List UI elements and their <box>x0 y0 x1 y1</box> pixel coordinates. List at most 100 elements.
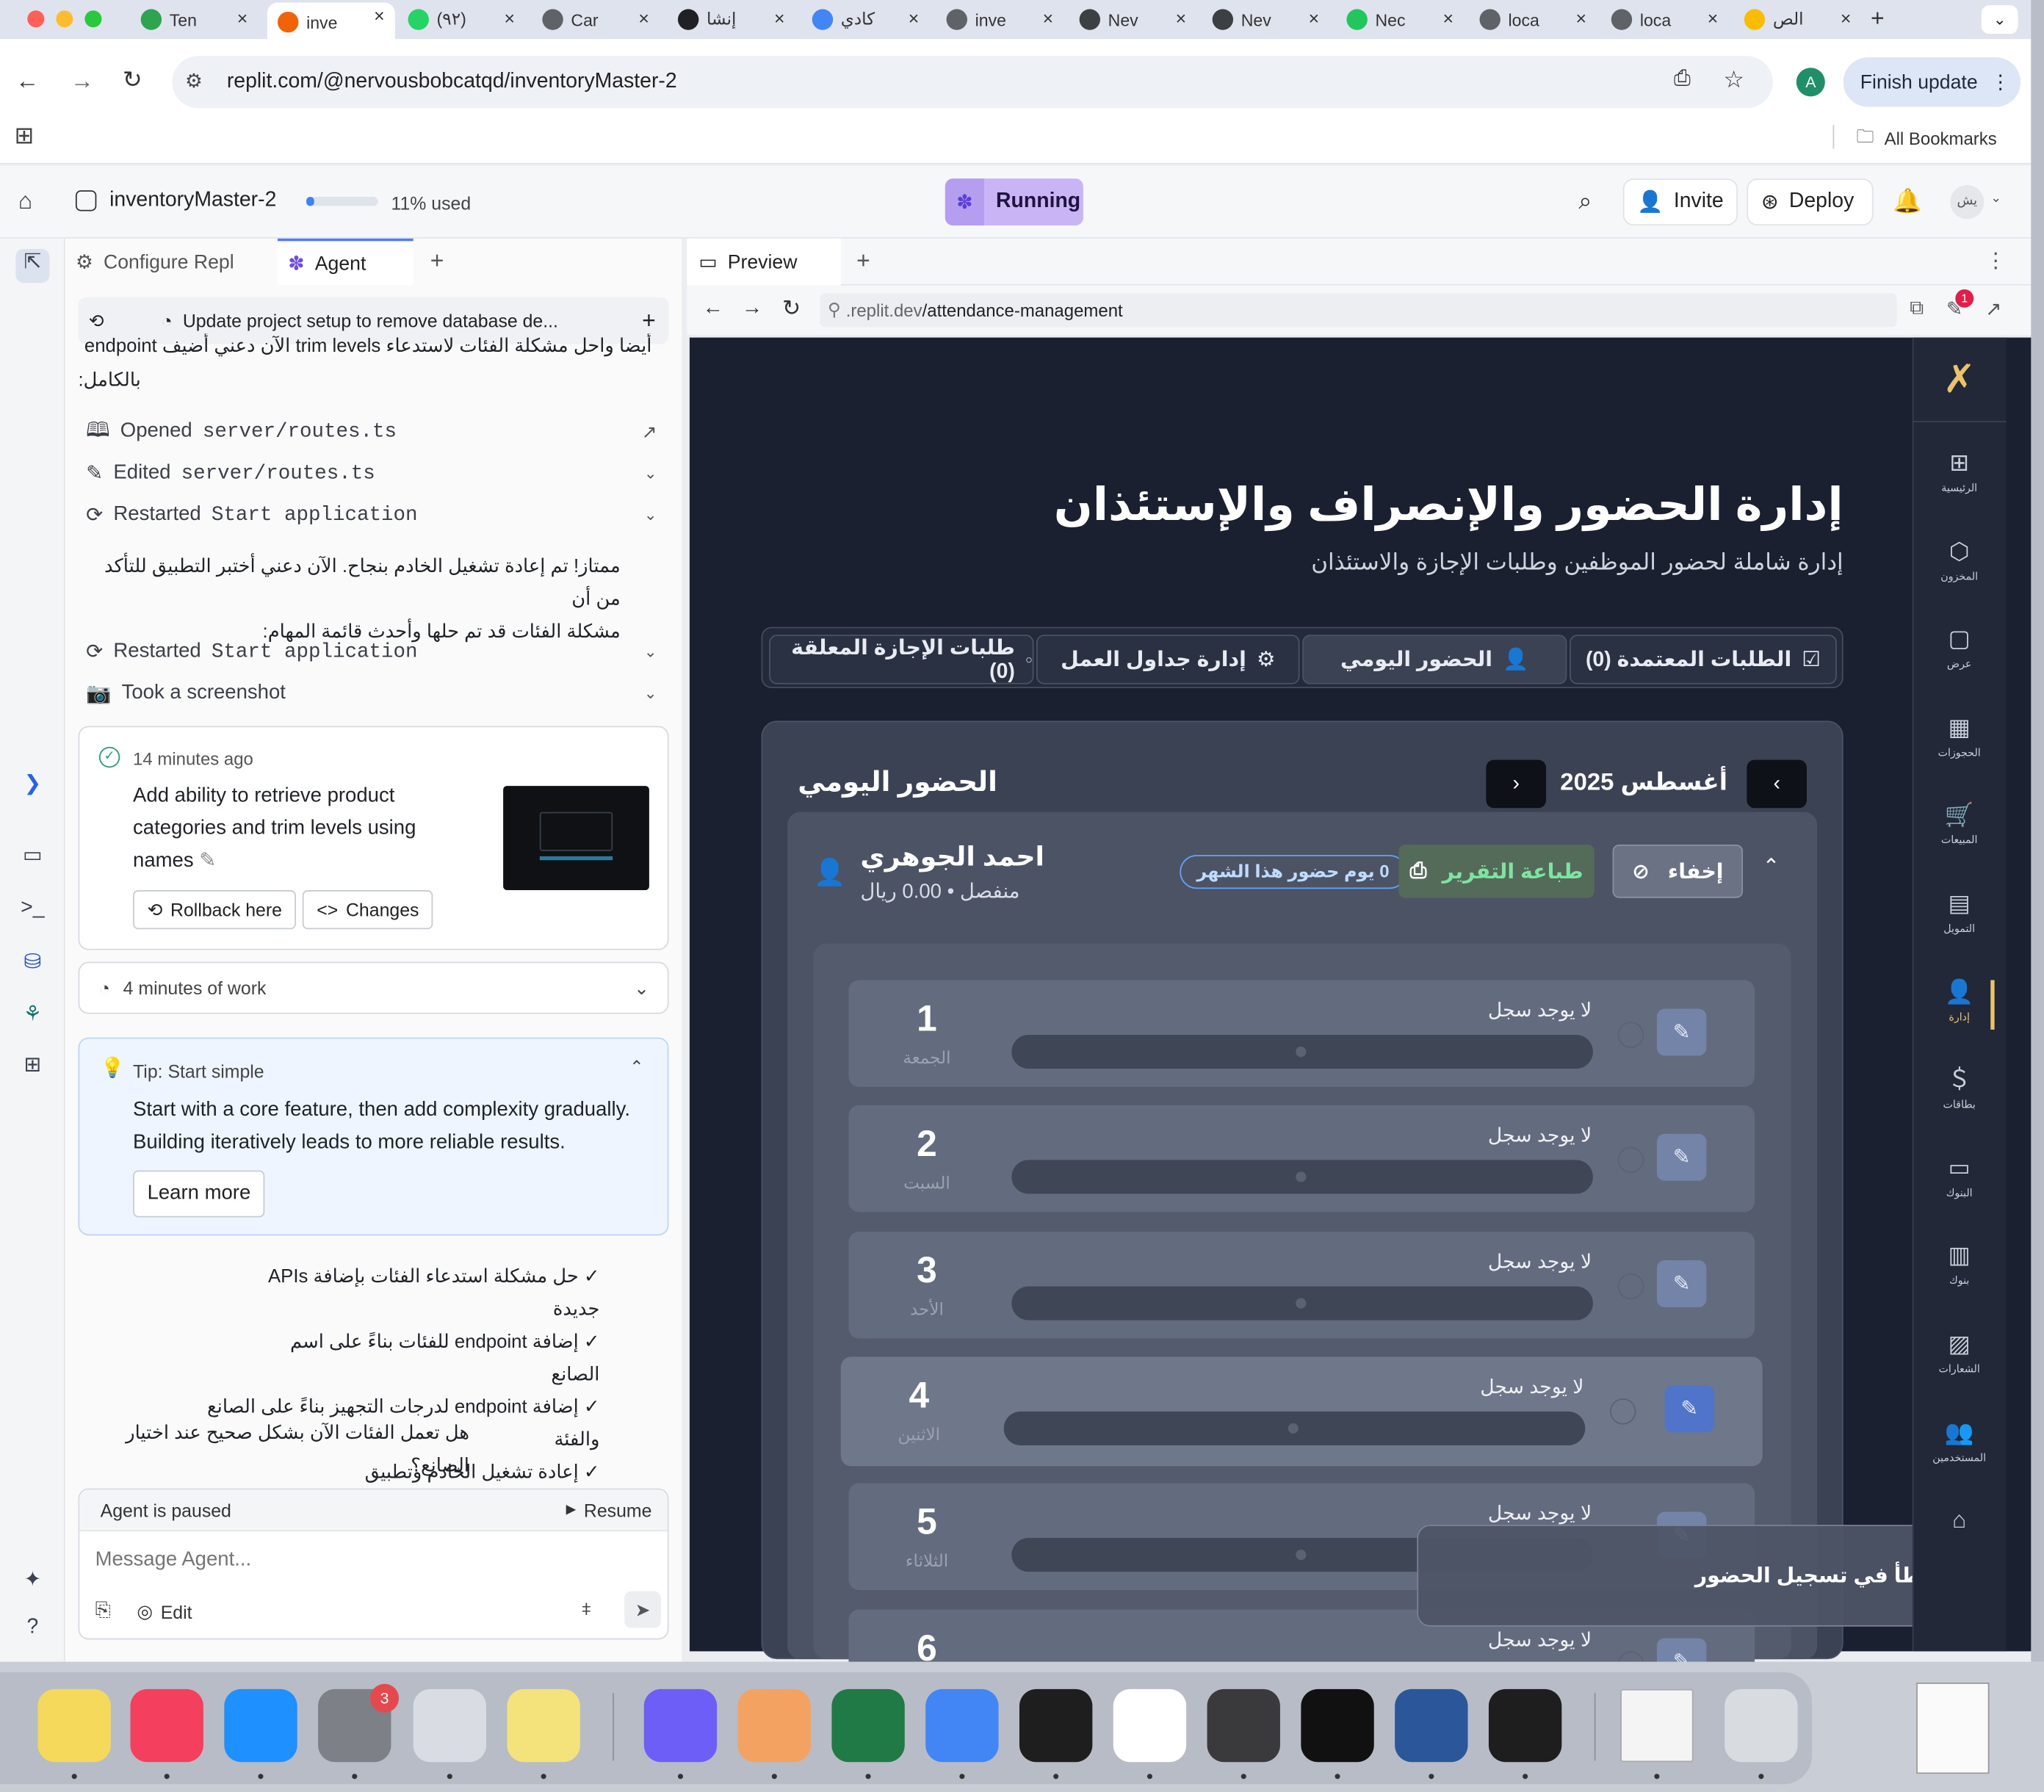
browser-tab[interactable]: Car × <box>532 5 660 34</box>
attach-icon[interactable]: ⎘ <box>95 1599 111 1621</box>
changes-button[interactable]: <> Changes <box>302 890 433 930</box>
invite-button[interactable]: 👤 Invite <box>1622 178 1738 226</box>
tab-agent[interactable]: ✽ Agent <box>278 238 414 286</box>
step-restarted[interactable]: ⟳ Restarted Start application ⌄ <box>86 496 660 533</box>
back-icon[interactable]: ← <box>15 68 39 95</box>
tab-daily-attendance[interactable]: 👤 الحضور اليومي <box>1302 635 1567 684</box>
edit-mode-button[interactable]: ◎ Edit <box>137 1600 192 1622</box>
search-icon[interactable]: ⌕ <box>1578 188 1592 215</box>
add-tab-button[interactable]: + <box>856 248 870 275</box>
writer-dock-icon[interactable] <box>1113 1688 1187 1763</box>
edit-icon[interactable]: ✎ <box>1656 1008 1707 1056</box>
tab-preview[interactable]: ▭ Preview <box>687 238 841 286</box>
figma-dock-icon[interactable] <box>1019 1688 1093 1763</box>
minimize-window-button[interactable] <box>56 10 73 28</box>
edit-icon[interactable]: ✎ <box>1656 1133 1707 1181</box>
close-tab-icon[interactable]: × <box>1309 8 1320 29</box>
tab-pending-leave[interactable]: ○ طلبات الإجازة المعلقة (0) <box>769 635 1034 684</box>
document-preview-dock-icon[interactable] <box>1620 1688 1694 1763</box>
user-avatar[interactable]: يش <box>1950 184 1985 220</box>
open-new-window-icon[interactable]: ↗ <box>1985 297 2001 320</box>
all-tools-icon[interactable]: ⊞ <box>18 1052 47 1080</box>
close-window-button[interactable] <box>27 10 45 28</box>
sidebar-item[interactable]: ▦ الحجوزات <box>1913 712 2007 758</box>
history-icon[interactable]: ⟲ <box>89 309 104 331</box>
rollback-here-button[interactable]: ⟲ Rollback here <box>133 890 297 930</box>
close-tab-icon[interactable]: × <box>1708 8 1719 29</box>
browser-tab[interactable]: loca × <box>1469 5 1597 34</box>
sidebar-item[interactable]: ⊞ الرئيسية <box>1913 448 2007 494</box>
chevron-down-icon[interactable]: ⌄ <box>644 464 657 483</box>
terminal-dock-icon[interactable] <box>1301 1688 1374 1763</box>
browser-tab[interactable]: loca × <box>1601 5 1729 34</box>
close-tab-icon[interactable]: × <box>774 8 785 29</box>
color-app-dock-icon[interactable] <box>737 1688 811 1763</box>
sidebar-item[interactable]: ▤ التمويل <box>1913 889 2007 934</box>
address-bar[interactable]: ⚙ replit.com/@nervousbobcatqd/inventoryM… <box>172 56 1773 109</box>
chevron-up-icon[interactable]: ⌃ <box>1763 853 1780 879</box>
step-opened[interactable]: 🕮 Opened server/routes.ts ↗ <box>86 413 660 450</box>
sparkle-icon[interactable]: ✦ <box>18 1567 47 1595</box>
new-tab-button[interactable]: + <box>1871 5 1885 32</box>
close-tab-icon[interactable]: × <box>1576 8 1587 29</box>
iphone-mirroring-dock-icon[interactable] <box>413 1688 487 1763</box>
tab-work-schedules[interactable]: ⚙ إدارة جداول العمل <box>1036 635 1300 684</box>
cursor-select-icon[interactable]: ⇱ <box>15 248 50 283</box>
previous-month-button[interactable]: ‹ <box>1747 759 1808 809</box>
back-icon[interactable]: ← <box>703 297 723 321</box>
all-bookmarks[interactable]: 🗀 All Bookmarks <box>1856 124 1996 154</box>
browser-tab[interactable]: Nev × <box>1069 5 1196 34</box>
browser-tab[interactable]: إنشا × <box>668 5 795 34</box>
deploy-button[interactable]: ⊛ Deploy <box>1747 178 1874 226</box>
attendance-checkbox[interactable] <box>1617 1273 1644 1300</box>
close-tab-icon[interactable]: × <box>1841 8 1852 29</box>
install-app-icon[interactable]: ⎙ <box>1674 68 1691 91</box>
hide-button[interactable]: إخفاء ⊘ <box>1612 844 1744 898</box>
work-summary[interactable]: ◔ 4 minutes of work ⌄ <box>78 961 669 1014</box>
chevron-down-icon[interactable]: ⌄ <box>644 684 657 703</box>
sidebar-item[interactable]: ▭ البنوك <box>1913 1153 2007 1199</box>
deployments-icon[interactable]: ⚘ <box>18 1001 47 1030</box>
browser-tab[interactable]: كادي × <box>802 5 930 34</box>
next-month-button[interactable]: › <box>1486 759 1547 809</box>
screenshot-thumbnail[interactable] <box>503 786 649 891</box>
home-icon[interactable]: ⌂ <box>18 188 32 215</box>
database-icon[interactable]: ⛁ <box>18 949 47 978</box>
attendance-checkbox[interactable] <box>1610 1398 1636 1425</box>
settings-sliders-icon[interactable]: ⧧ <box>582 1598 592 1620</box>
sidebar-item[interactable]: 🛒 المبيعات <box>1913 801 2007 846</box>
close-tab-icon[interactable]: × <box>237 8 248 29</box>
terminal-icon[interactable]: >_ <box>18 894 47 922</box>
sidebar-item[interactable]: ▥ بنوك <box>1913 1241 2007 1287</box>
add-tab-button[interactable]: + <box>430 248 444 275</box>
zoom-window-button[interactable] <box>84 10 102 28</box>
project-name[interactable]: inventoryMaster-2 <box>109 189 276 212</box>
app-store-dock-icon[interactable] <box>224 1688 297 1763</box>
attendance-checkbox[interactable] <box>1617 1146 1644 1174</box>
close-tab-icon[interactable]: × <box>505 8 516 29</box>
forward-icon[interactable]: → <box>71 68 94 95</box>
edit-icon[interactable]: ✎ <box>1664 1385 1714 1433</box>
trash-dock-icon[interactable] <box>1725 1688 1798 1763</box>
close-tab-icon[interactable]: × <box>909 8 920 29</box>
chevron-up-icon[interactable]: ⌃ <box>629 1057 643 1077</box>
sidebar-item[interactable]: ＄ بطاقات <box>1913 1065 2007 1110</box>
word-dock-icon[interactable] <box>1395 1688 1468 1763</box>
browser-tab[interactable]: Nev × <box>1202 5 1329 34</box>
chrome-dock-icon[interactable] <box>925 1688 999 1763</box>
close-tab-icon[interactable]: × <box>1043 8 1054 29</box>
help-icon[interactable]: ? <box>18 1614 47 1642</box>
chevron-down-icon[interactable]: ⌄ <box>644 643 657 661</box>
notes-dock-icon[interactable] <box>37 1688 111 1763</box>
browser-tab[interactable]: inve × <box>267 2 395 42</box>
browser-tab[interactable]: Ten × <box>130 5 258 34</box>
chevron-down-icon[interactable]: ⌄ <box>644 506 657 524</box>
step-restarted-2[interactable]: ⟳ Restarted Start application ⌄ <box>86 633 660 670</box>
resume-button[interactable]: ▶ Resume <box>566 1500 652 1520</box>
preview-url-field[interactable]: ⚲ .replit.dev /attendance-management <box>820 293 1897 328</box>
running-status-button[interactable]: ✽ Running <box>945 178 1083 226</box>
learn-more-button[interactable]: Learn more <box>133 1170 265 1218</box>
more-vertical-icon[interactable]: ⋮ <box>1985 248 2006 273</box>
tab-search-button[interactable]: ⌄ <box>1981 5 2018 35</box>
close-tab-icon[interactable]: × <box>374 5 385 26</box>
